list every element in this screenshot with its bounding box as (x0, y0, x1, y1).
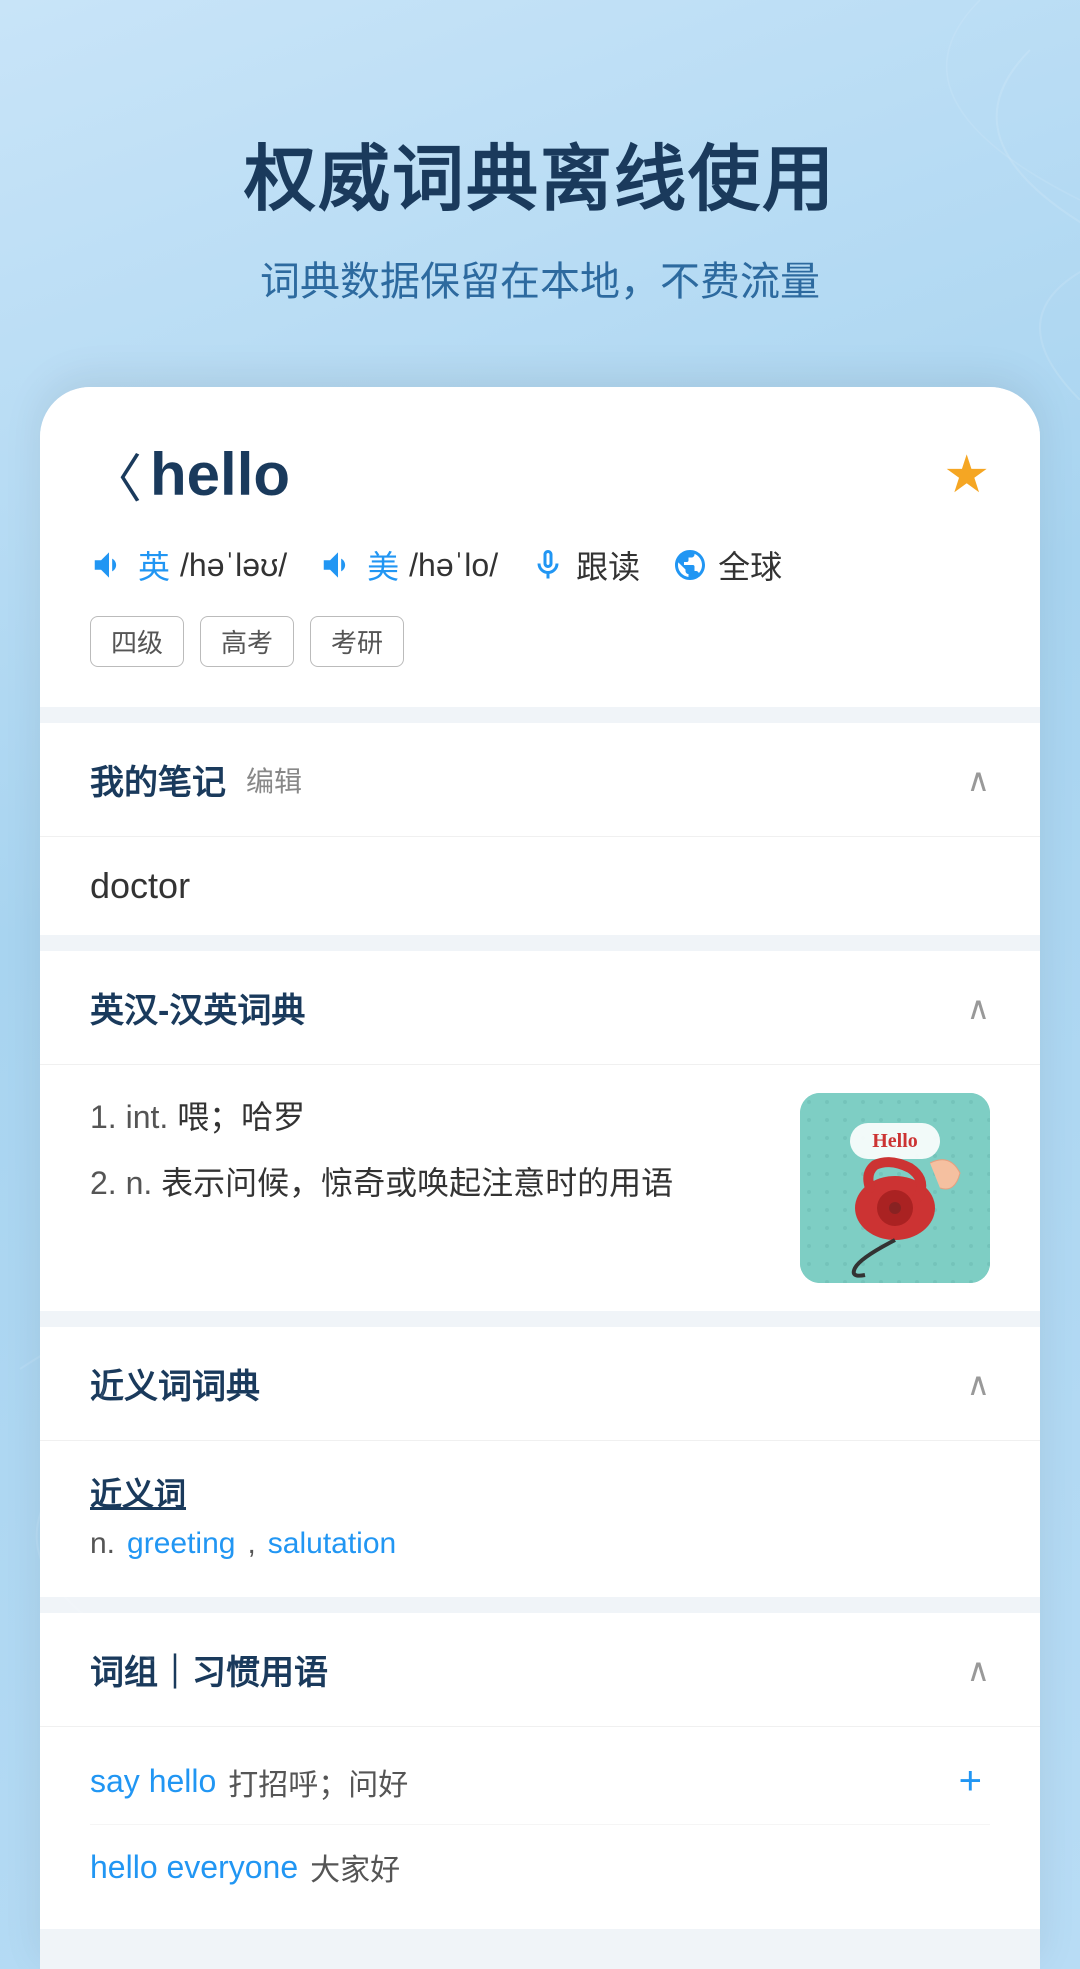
notes-title-group: 我的笔记 编辑 (90, 755, 302, 804)
bookmark-star-icon[interactable]: ★ (943, 445, 990, 505)
tag-gaokao: 高考 (200, 616, 294, 667)
global-label: 全球 (718, 542, 782, 588)
phrase-row-1: say hello 打招呼；问好 + (90, 1739, 990, 1825)
hello-illustration: Hello (800, 1093, 990, 1283)
notes-edit-button[interactable]: 编辑 (246, 760, 302, 800)
def-2-content: 表示问候，惊奇或唤起注意时的用语 (161, 1165, 673, 1201)
synonyms-section-title: 近义词词典 (90, 1359, 260, 1408)
def-2-text: 2. n. 表示问候，惊奇或唤起注意时的用语 (90, 1165, 673, 1201)
dict-section-header[interactable]: 英汉-汉英词典 ∧ (40, 951, 1040, 1065)
header-section: 权威词典离线使用 词典数据保留在本地，不费流量 (0, 0, 1080, 367)
dict-section: 英汉-汉英词典 ∧ 1. int. 喂；哈罗 2. n. 表示问候，惊奇或唤起注… (40, 951, 1040, 1311)
us-pronunciation[interactable]: 美 /həˈlo/ (319, 542, 498, 588)
phrases-section-title: 词组｜习惯用语 (90, 1645, 328, 1694)
phrase-1-cn: 打招呼；问好 (228, 1760, 408, 1804)
dict-def-1: 1. int. 喂；哈罗 (90, 1093, 776, 1141)
dict-def-2: 2. n. 表示问候，惊奇或唤起注意时的用语 (90, 1159, 776, 1207)
synonyms-section-body: 近义词 n. greeting , salutation (40, 1441, 1040, 1597)
synonyms-list-row: n. greeting , salutation (90, 1527, 990, 1561)
phrases-collapse-icon[interactable]: ∧ (967, 1651, 990, 1689)
synonyms-section-header[interactable]: 近义词词典 ∧ (40, 1327, 1040, 1441)
phrases-section-header[interactable]: 词组｜习惯用语 ∧ (40, 1613, 1040, 1727)
uk-speaker-icon (90, 546, 128, 584)
synonyms-pos: n. (90, 1527, 115, 1561)
synonyms-sub-title: 近义词 (90, 1469, 990, 1515)
pronunciation-row: 英 /həˈləʊ/ 美 /həˈlo/ 跟读 (90, 542, 990, 588)
microphone-icon (530, 547, 566, 583)
notes-section-title: 我的笔记 (90, 755, 226, 804)
us-phonetic: /həˈlo/ (409, 547, 498, 584)
def-1-content: 喂；哈罗 (177, 1099, 305, 1135)
dict-card: 〈 hello ★ 英 /həˈləʊ/ 美 /həˈlo/ (40, 387, 1040, 1969)
synonym-word-2[interactable]: salutation (268, 1527, 396, 1561)
tag-postgrad: 考研 (310, 616, 404, 667)
global-button[interactable]: 全球 (672, 542, 782, 588)
follow-read-button[interactable]: 跟读 (530, 542, 640, 588)
us-lang-label: 美 (367, 542, 399, 588)
dict-section-body: 1. int. 喂；哈罗 2. n. 表示问候，惊奇或唤起注意时的用语 (40, 1065, 1040, 1311)
notes-section-body: doctor (40, 837, 1040, 935)
phrase-1-en[interactable]: say hello (90, 1763, 216, 1800)
telephone-svg: Hello (800, 1093, 990, 1283)
follow-read-label: 跟读 (576, 542, 640, 588)
def-1-text: 1. int. 喂；哈罗 (90, 1099, 305, 1135)
us-speaker-icon (319, 546, 357, 584)
page-subtitle: 词典数据保留在本地，不费流量 (40, 249, 1040, 307)
word-display: hello (150, 440, 290, 509)
page-title: 权威词典离线使用 (40, 120, 1040, 225)
uk-phonetic: /həˈləʊ/ (180, 547, 287, 584)
def-2-num: 2. n. (90, 1165, 161, 1201)
synonyms-section: 近义词词典 ∧ 近义词 n. greeting , salutation (40, 1327, 1040, 1597)
synonym-comma: , (247, 1527, 255, 1561)
synonyms-collapse-icon[interactable]: ∧ (967, 1365, 990, 1403)
dict-definitions-list: 1. int. 喂；哈罗 2. n. 表示问候，惊奇或唤起注意时的用语 (90, 1093, 776, 1225)
notes-section-header[interactable]: 我的笔记 编辑 ∧ (40, 723, 1040, 837)
tag-cet4: 四级 (90, 616, 184, 667)
notes-section: 我的笔记 编辑 ∧ doctor (40, 723, 1040, 935)
phrases-section-body: say hello 打招呼；问好 + hello everyone 大家好 (40, 1727, 1040, 1929)
exam-tags-row: 四级 高考 考研 (90, 616, 990, 667)
phrases-section: 词组｜习惯用语 ∧ say hello 打招呼；问好 + hello every… (40, 1613, 1040, 1929)
word-back-title-group: 〈 hello (90, 437, 290, 512)
phrase-row-2: hello everyone 大家好 (90, 1825, 990, 1909)
synonym-word-1[interactable]: greeting (127, 1527, 235, 1561)
phrase-2-left: hello everyone 大家好 (90, 1845, 990, 1889)
dict-section-title: 英汉-汉英词典 (90, 983, 305, 1032)
uk-lang-label: 英 (138, 542, 170, 588)
word-header: 〈 hello ★ 英 /həˈləʊ/ 美 /həˈlo/ (40, 387, 1040, 707)
dict-collapse-icon[interactable]: ∧ (967, 989, 990, 1027)
def-1-num: 1. int. (90, 1099, 177, 1135)
globe-icon (672, 547, 708, 583)
uk-pronunciation[interactable]: 英 /həˈləʊ/ (90, 542, 287, 588)
back-button[interactable]: 〈 (90, 437, 142, 512)
word-title-row: 〈 hello ★ (90, 437, 990, 512)
notes-content: doctor (90, 865, 190, 906)
phrase-1-left: say hello 打招呼；问好 (90, 1760, 951, 1804)
svg-text:Hello: Hello (872, 1130, 918, 1152)
phrase-2-cn: 大家好 (310, 1845, 400, 1889)
notes-collapse-icon[interactable]: ∧ (967, 761, 990, 799)
phrase-2-en[interactable]: hello everyone (90, 1849, 298, 1886)
phrase-1-add-button[interactable]: + (951, 1759, 990, 1804)
